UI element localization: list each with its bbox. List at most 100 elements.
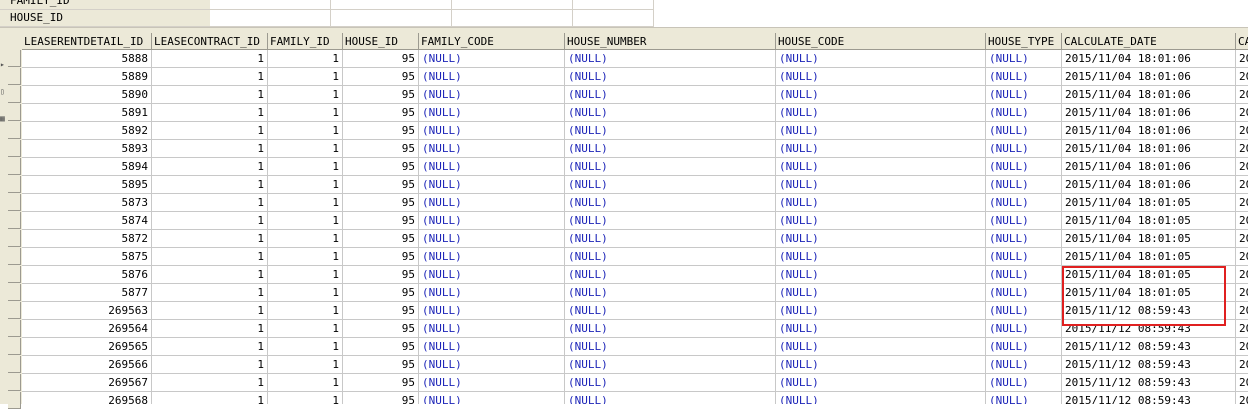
table-row[interactable]: 5895 1 1 95 (NULL) (NULL) (NULL) (NULL) 2015/11/… — [22, 176, 1248, 194]
cell-house-number[interactable]: (NULL) — [565, 338, 776, 356]
filter-cell[interactable] — [210, 10, 331, 27]
cell-leaserentdetail-id[interactable]: 5891 — [22, 104, 152, 122]
cell-family-id[interactable]: 1 — [268, 104, 343, 122]
cell-house-number[interactable]: (NULL) — [565, 68, 776, 86]
row-selector[interactable] — [8, 374, 21, 391]
cell-house-id[interactable]: 95 — [343, 374, 419, 392]
cell-leaserentdetail-id[interactable]: 269568 — [22, 392, 152, 404]
cell-ca[interactable]: 20 — [1236, 158, 1248, 176]
table-row[interactable]: 5888 1 1 95 (NULL) (NULL) (NULL) (NULL) 2015/11/… — [22, 50, 1248, 68]
cell-calculate-date[interactable]: 2015/11/12 08:59:43 — [1062, 338, 1236, 356]
row-selector[interactable] — [8, 194, 21, 211]
cell-family-id[interactable]: 1 — [268, 212, 343, 230]
cell-leasecontract-id[interactable]: 1 — [152, 194, 268, 212]
cell-family-code[interactable]: (NULL) — [419, 284, 565, 302]
cell-house-id[interactable]: 95 — [343, 86, 419, 104]
cell-house-number[interactable]: (NULL) — [565, 104, 776, 122]
filter-cell[interactable] — [573, 0, 654, 10]
cell-house-type[interactable]: (NULL) — [986, 194, 1062, 212]
cell-leaserentdetail-id[interactable]: 5890 — [22, 86, 152, 104]
cell-family-code[interactable]: (NULL) — [419, 158, 565, 176]
cell-house-id[interactable]: 95 — [343, 68, 419, 86]
column-header-house-number[interactable]: HOUSE_NUMBER — [565, 33, 776, 50]
row-selector[interactable] — [8, 122, 21, 139]
cell-family-code[interactable]: (NULL) — [419, 140, 565, 158]
cell-ca[interactable]: 20 — [1236, 194, 1248, 212]
cell-calculate-date[interactable]: 2015/11/12 08:59:43 — [1062, 356, 1236, 374]
cell-house-id[interactable]: 95 — [343, 122, 419, 140]
cell-house-type[interactable]: (NULL) — [986, 392, 1062, 404]
cell-house-type[interactable]: (NULL) — [986, 140, 1062, 158]
column-header-house-type[interactable]: HOUSE_TYPE — [986, 33, 1062, 50]
cell-house-code[interactable]: (NULL) — [776, 122, 986, 140]
cell-house-number[interactable]: (NULL) — [565, 302, 776, 320]
cell-house-id[interactable]: 95 — [343, 158, 419, 176]
cell-house-id[interactable]: 95 — [343, 392, 419, 404]
cell-family-id[interactable]: 1 — [268, 302, 343, 320]
cell-leasecontract-id[interactable]: 1 — [152, 338, 268, 356]
table-row[interactable]: 269563 1 1 95 (NULL) (NULL) (NULL) (NULL) 2015/1… — [22, 302, 1248, 320]
cell-family-id[interactable]: 1 — [268, 320, 343, 338]
cell-house-type[interactable]: (NULL) — [986, 50, 1062, 68]
cell-house-code[interactable]: (NULL) — [776, 356, 986, 374]
cell-house-type[interactable]: (NULL) — [986, 320, 1062, 338]
column-header-house-id[interactable]: HOUSE_ID — [343, 33, 419, 50]
cell-house-number[interactable]: (NULL) — [565, 266, 776, 284]
table-row[interactable]: 5894 1 1 95 (NULL) (NULL) (NULL) (NULL) 2015/11/… — [22, 158, 1248, 176]
cell-family-id[interactable]: 1 — [268, 266, 343, 284]
table-row[interactable]: 269565 1 1 95 (NULL) (NULL) (NULL) (NULL) 2015/1… — [22, 338, 1248, 356]
cell-house-type[interactable]: (NULL) — [986, 356, 1062, 374]
cell-ca[interactable]: 20 — [1236, 284, 1248, 302]
cell-family-code[interactable]: (NULL) — [419, 302, 565, 320]
cell-calculate-date[interactable]: 2015/11/04 18:01:05 — [1062, 266, 1236, 284]
cell-house-type[interactable]: (NULL) — [986, 230, 1062, 248]
row-selector[interactable] — [8, 50, 21, 67]
cell-house-number[interactable]: (NULL) — [565, 158, 776, 176]
cell-house-id[interactable]: 95 — [343, 284, 419, 302]
cell-house-number[interactable]: (NULL) — [565, 140, 776, 158]
cell-family-id[interactable]: 1 — [268, 68, 343, 86]
cell-family-id[interactable]: 1 — [268, 50, 343, 68]
cell-leasecontract-id[interactable]: 1 — [152, 284, 268, 302]
cell-family-code[interactable]: (NULL) — [419, 230, 565, 248]
filter-cell[interactable] — [331, 10, 452, 27]
cell-house-code[interactable]: (NULL) — [776, 104, 986, 122]
cell-leaserentdetail-id[interactable]: 269563 — [22, 302, 152, 320]
cell-ca[interactable]: 20 — [1236, 356, 1248, 374]
table-row[interactable]: 5874 1 1 95 (NULL) (NULL) (NULL) (NULL) 2015/11/… — [22, 212, 1248, 230]
table-row[interactable]: 269566 1 1 95 (NULL) (NULL) (NULL) (NULL) 2015/1… — [22, 356, 1248, 374]
cell-house-code[interactable]: (NULL) — [776, 266, 986, 284]
cell-leasecontract-id[interactable]: 1 — [152, 212, 268, 230]
row-selector[interactable] — [8, 68, 21, 85]
row-selector[interactable] — [8, 158, 21, 175]
cell-leaserentdetail-id[interactable]: 5874 — [22, 212, 152, 230]
cell-house-number[interactable]: (NULL) — [565, 212, 776, 230]
cell-house-code[interactable]: (NULL) — [776, 338, 986, 356]
cell-leasecontract-id[interactable]: 1 — [152, 302, 268, 320]
cell-calculate-date[interactable]: 2015/11/12 08:59:43 — [1062, 302, 1236, 320]
cell-calculate-date[interactable]: 2015/11/04 18:01:05 — [1062, 248, 1236, 266]
cell-family-code[interactable]: (NULL) — [419, 320, 565, 338]
cell-ca[interactable]: 20 — [1236, 302, 1248, 320]
cell-house-id[interactable]: 95 — [343, 320, 419, 338]
cell-ca[interactable]: 20 — [1236, 230, 1248, 248]
cell-house-number[interactable]: (NULL) — [565, 122, 776, 140]
cell-leasecontract-id[interactable]: 1 — [152, 248, 268, 266]
cell-house-number[interactable]: (NULL) — [565, 248, 776, 266]
cell-family-code[interactable]: (NULL) — [419, 50, 565, 68]
cell-leaserentdetail-id[interactable]: 5894 — [22, 158, 152, 176]
cell-house-id[interactable]: 95 — [343, 140, 419, 158]
cell-house-id[interactable]: 95 — [343, 194, 419, 212]
cell-calculate-date[interactable]: 2015/11/04 18:01:05 — [1062, 230, 1236, 248]
cell-house-number[interactable]: (NULL) — [565, 230, 776, 248]
cell-house-type[interactable]: (NULL) — [986, 212, 1062, 230]
cell-family-code[interactable]: (NULL) — [419, 338, 565, 356]
table-row[interactable]: 5890 1 1 95 (NULL) (NULL) (NULL) (NULL) 2015/11/… — [22, 86, 1248, 104]
cell-family-code[interactable]: (NULL) — [419, 356, 565, 374]
table-row[interactable]: 5891 1 1 95 (NULL) (NULL) (NULL) (NULL) 2015/11/… — [22, 104, 1248, 122]
cell-leaserentdetail-id[interactable]: 5873 — [22, 194, 152, 212]
cell-family-code[interactable]: (NULL) — [419, 212, 565, 230]
cell-house-number[interactable]: (NULL) — [565, 320, 776, 338]
row-selector[interactable] — [8, 392, 21, 409]
table-row[interactable]: 269568 1 1 95 (NULL) (NULL) (NULL) (NULL) 2015/1… — [22, 392, 1248, 404]
